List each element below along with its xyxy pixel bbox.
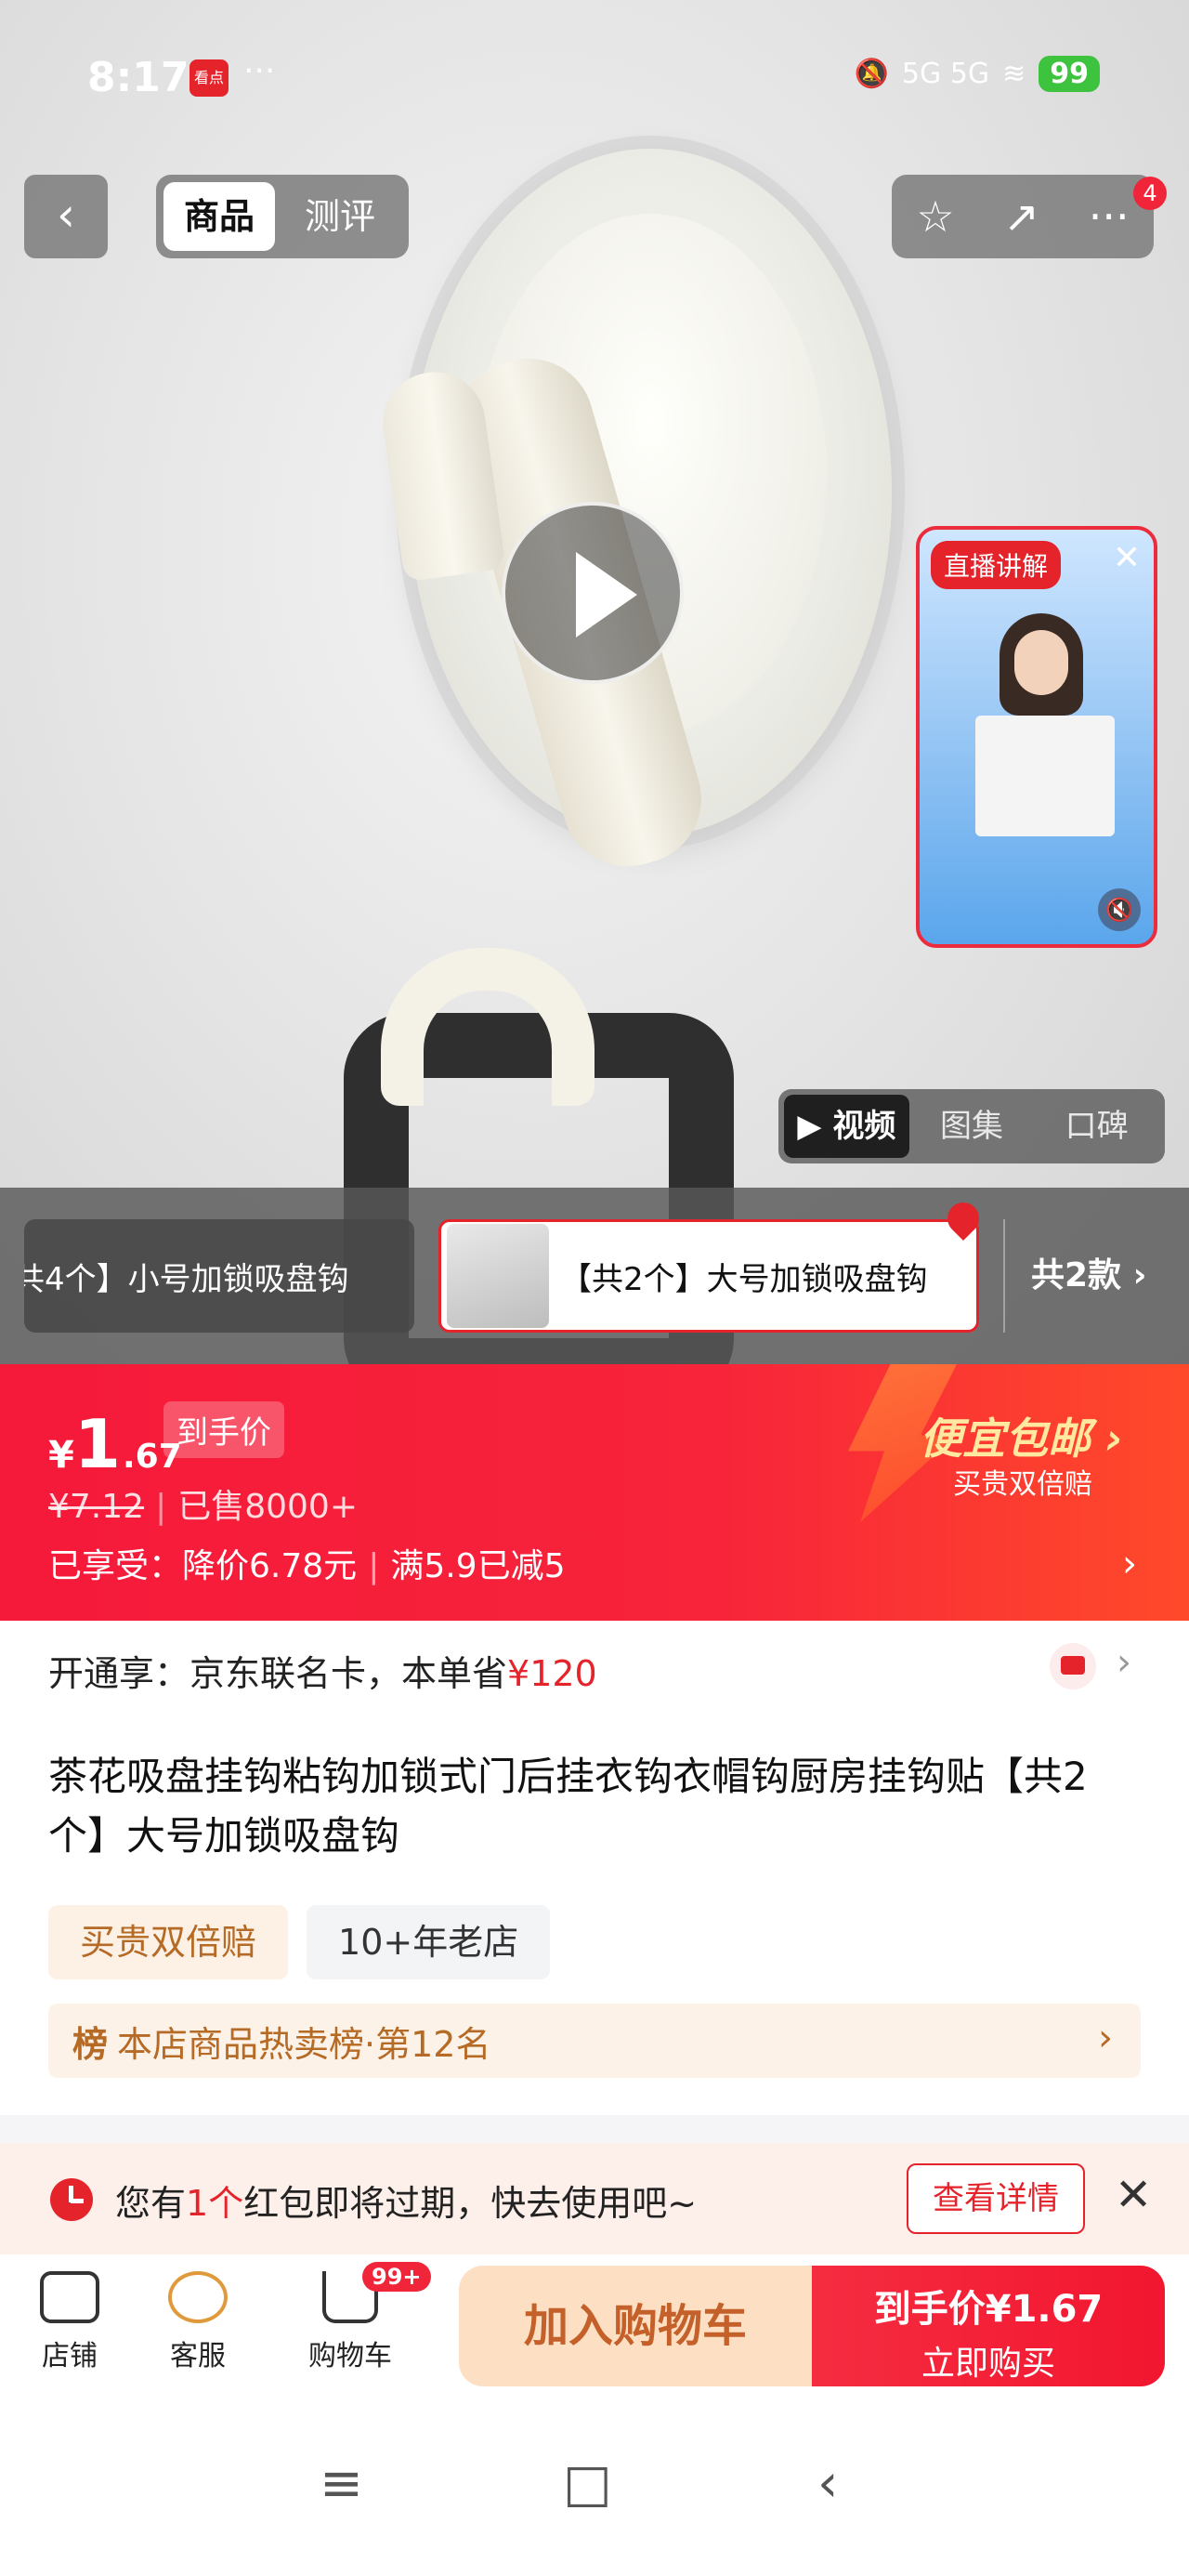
discount-label: 已享受：	[48, 1547, 183, 1585]
cobrand-card-text: 开通享：京东联名卡，本单省¥120	[48, 1645, 597, 1696]
status-dots: ···	[243, 52, 276, 90]
home-icon[interactable]: □	[563, 2453, 612, 2514]
nav-service-label: 客服	[170, 2340, 226, 2372]
live-mute-icon[interactable]: 🔇	[1098, 888, 1141, 931]
play-icon	[576, 552, 637, 637]
tab-review[interactable]: 测评	[284, 182, 396, 251]
discount-summary[interactable]: 已享受：降价6.78元 | 满5.9已减5	[48, 1539, 566, 1587]
signal-icon: 5G 5G	[901, 58, 990, 90]
add-to-cart-button[interactable]: 加入购物车	[459, 2266, 812, 2386]
nav-store[interactable]: 店铺	[19, 2271, 121, 2373]
app-badge-icon: 看点	[189, 59, 229, 97]
wifi-icon: ≋	[1002, 58, 1026, 90]
chip-store-age[interactable]: 10+年老店	[307, 1905, 551, 1979]
nav-service[interactable]: 客服	[147, 2271, 249, 2373]
cart-badge: 99+	[362, 2262, 431, 2292]
customer-service-icon	[168, 2271, 228, 2323]
original-price: ¥7.12	[48, 1488, 145, 1526]
coupon-expiry-text: 您有1个红包即将过期，快去使用吧~	[115, 2175, 697, 2226]
media-tabs: ▶ 视频 图集 口碑	[778, 1089, 1165, 1163]
coupon-text-count: 1个	[186, 2183, 244, 2224]
play-video-button[interactable]	[502, 502, 684, 684]
live-podium	[975, 716, 1115, 836]
coupon-text-suffix: 红包即将过期，快去使用吧~	[243, 2183, 698, 2224]
promo-subtitle: 买贵双倍赔	[953, 1468, 1092, 1501]
bottom-action-bar: 店铺 客服 99+ 购物车 加入购物车 到手价¥1.67 立即购买	[0, 2254, 1189, 2394]
close-icon[interactable]: ✕	[1115, 2169, 1152, 2221]
tab-product[interactable]: 商品	[163, 182, 276, 251]
ranking-text: 本店商品热卖榜·第12名	[117, 2023, 491, 2065]
share-icon[interactable]: ↗	[1003, 191, 1039, 242]
price-integer: 1	[73, 1405, 121, 1483]
favorite-star-icon[interactable]: ☆	[916, 191, 954, 242]
variant-count-link[interactable]: 共2款 ›	[1003, 1219, 1146, 1333]
sold-count: 已售8000+	[177, 1488, 358, 1526]
price-tag: 到手价	[163, 1401, 284, 1458]
buy-now-button[interactable]: 到手价¥1.67 立即购买	[812, 2266, 1165, 2386]
status-bar: 8:17 看点 ··· 🔕 5G 5G ≋ 99	[0, 0, 1189, 158]
variant-option-label: 【共2个】大号加锁吸盘钩	[560, 1260, 928, 1298]
variant-option-small[interactable]: 共4个】小号加锁吸盘钩	[24, 1219, 414, 1333]
price-block: ¥ 1 .67 到手价 ¥7.12 | 已售8000+ 已享受：降价6.78元 | 满5…	[0, 1364, 1189, 1621]
battery-indicator: 99	[1039, 56, 1100, 92]
buy-now-label: 立即购买	[921, 2345, 1055, 2383]
cobrand-card-prefix: 开通享：京东联名卡，本单省	[48, 1653, 508, 1694]
variant-option-large[interactable]: 【共2个】大号加锁吸盘钩	[438, 1219, 979, 1333]
chevron-right-icon[interactable]: ›	[1122, 1543, 1137, 1585]
back-button[interactable]: ‹	[24, 175, 108, 258]
cobrand-card-amount: ¥120	[507, 1653, 597, 1694]
live-tag: 直播讲解	[931, 541, 1062, 589]
coupon-amount: 满5.9已减5	[390, 1547, 566, 1585]
header-tabs: 商品 测评	[156, 175, 409, 258]
system-navigation: ≡ □ ‹	[0, 2394, 1189, 2576]
variant-thumbnail	[447, 1224, 549, 1328]
notification-badge: 4	[1133, 177, 1167, 210]
chip-price-guarantee[interactable]: 买贵双倍赔	[48, 1905, 289, 1979]
header-actions: ☆ ↗ ···	[892, 175, 1154, 258]
price-currency: ¥	[48, 1434, 74, 1477]
ranking-icon: 榜	[72, 2023, 109, 2065]
promo-title[interactable]: 便宜包邮 ›	[920, 1405, 1123, 1466]
product-chips: 买贵双倍赔 10+年老店	[48, 1905, 551, 1979]
chevron-right-icon: ›	[1117, 1641, 1131, 1684]
nav-cart[interactable]: 99+ 购物车	[299, 2262, 431, 2373]
nav-store-label: 店铺	[42, 2340, 98, 2372]
coupon-text-prefix: 您有	[115, 2183, 187, 2224]
status-time: 8:17	[87, 54, 189, 101]
variant-strip: 共4个】小号加锁吸盘钩 【共2个】大号加锁吸盘钩 共2款 ›	[0, 1188, 1189, 1364]
ranking-row[interactable]: 榜 本店商品热卖榜·第12名 ›	[48, 2004, 1141, 2078]
store-icon	[40, 2271, 99, 2323]
clock-icon	[50, 2178, 93, 2221]
coupon-expiry-bar: 您有1个红包即将过期，快去使用吧~ 查看详情 ✕	[0, 2143, 1189, 2254]
live-close-icon[interactable]: ✕	[1113, 539, 1141, 577]
media-tab-video[interactable]: ▶ 视频	[784, 1095, 909, 1158]
price-meta: ¥7.12 | 已售8000+	[48, 1488, 358, 1526]
variant-option-label: 共4个】小号加锁吸盘钩	[24, 1260, 349, 1298]
chevron-right-icon: ›	[1098, 2017, 1113, 2059]
more-icon[interactable]: ···	[1089, 191, 1130, 242]
discount-amount: 降价6.78元	[182, 1547, 358, 1585]
product-title: 茶花吸盘挂钩粘钩加锁式门后挂衣钩衣帽钩厨房挂钩贴【共2个】大号加锁吸盘钩	[48, 1754, 1088, 1859]
section-divider	[0, 2115, 1189, 2143]
view-details-button[interactable]: 查看详情	[907, 2163, 1085, 2234]
buy-now-price: 到手价¥1.67	[873, 2288, 1104, 2331]
mute-icon: 🔕	[854, 58, 889, 90]
credit-card-icon	[1050, 1643, 1096, 1689]
hook-curve-image	[381, 948, 594, 1106]
media-tab-reviews[interactable]: 口碑	[1034, 1095, 1159, 1158]
cobrand-card-row[interactable]: 开通享：京东联名卡，本单省¥120 ›	[0, 1621, 1189, 1712]
back-nav-icon[interactable]: ‹	[817, 2453, 838, 2514]
status-icons: 🔕 5G 5G ≋ 99	[855, 56, 1100, 92]
live-stream-window[interactable]: 直播讲解 ✕ 🔇	[916, 526, 1157, 948]
menu-icon[interactable]: ≡	[320, 2453, 363, 2514]
nav-cart-label: 购物车	[308, 2340, 392, 2372]
final-price: ¥ 1 .67	[48, 1405, 182, 1483]
media-tab-gallery[interactable]: 图集	[909, 1095, 1035, 1158]
live-host-face	[1014, 630, 1068, 695]
